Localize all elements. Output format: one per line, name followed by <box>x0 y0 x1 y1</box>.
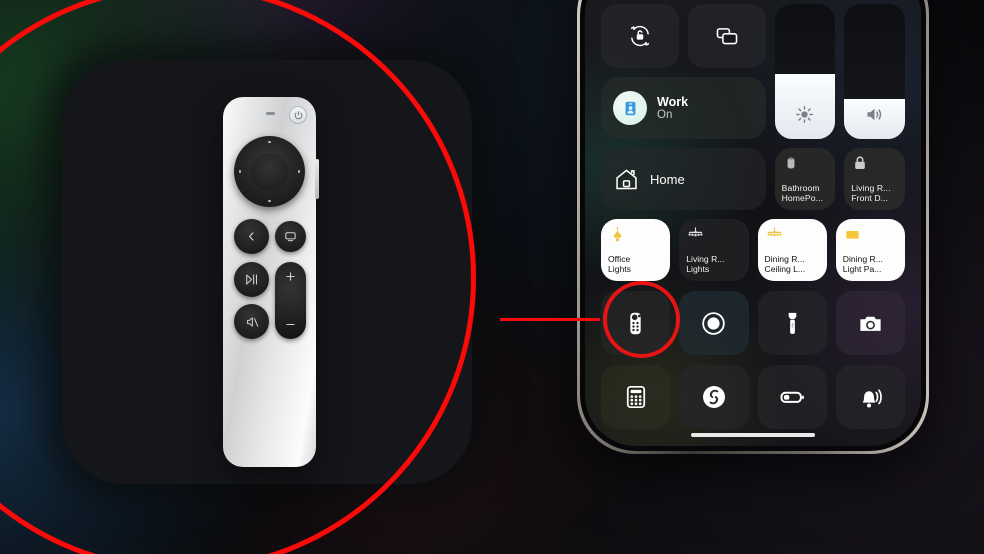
chandelier-icon <box>765 225 820 244</box>
home-label: Home <box>650 171 685 187</box>
screen-record-button[interactable] <box>679 291 749 355</box>
light-office[interactable]: Office Lights <box>601 219 671 281</box>
toggle-column: Work On <box>601 4 766 139</box>
brightness-icon <box>775 104 836 125</box>
chandelier-icon <box>686 225 741 244</box>
flashlight-icon <box>779 310 806 337</box>
speaker-icon <box>844 104 905 125</box>
iphone-device: Work On Home Bathroom HomePo... Living R… <box>577 0 929 454</box>
screen-mirroring-icon <box>714 23 740 49</box>
volume-slider[interactable] <box>844 4 905 139</box>
focus-tile-work[interactable]: Work On <box>601 77 766 139</box>
lock-icon <box>851 154 898 172</box>
pendant-lamp-icon <box>608 225 663 244</box>
record-icon <box>700 310 727 337</box>
accessory-bathroom-homepod[interactable]: Bathroom HomePo... <box>774 148 836 210</box>
cc-group-connectivity: Work On <box>601 4 905 139</box>
cc-lights-row: Office Lights Living R... Lights Dining … <box>601 219 905 281</box>
flashlight-button[interactable] <box>757 291 827 355</box>
home-icon <box>613 166 640 193</box>
screen-mirroring-button[interactable] <box>687 4 766 68</box>
rotation-lock-button[interactable] <box>601 4 679 68</box>
remote-tile-highlight-ring <box>603 281 680 358</box>
accessory-living-room-front-door[interactable]: Living R... Front D... <box>844 148 905 210</box>
id-badge-icon <box>613 91 647 125</box>
screenshot-stage: Work On Home Bathroom HomePo... Living R… <box>0 0 984 554</box>
low-power-mode-button[interactable] <box>757 365 827 429</box>
cc-apps-row-2 <box>601 365 905 429</box>
camera-icon <box>857 310 884 337</box>
sound-recognition-button[interactable] <box>835 365 905 429</box>
light-label: Dining R... Ceiling L... <box>764 254 806 275</box>
calculator-icon <box>623 384 649 410</box>
calculator-button[interactable] <box>601 365 671 429</box>
control-center: Work On Home Bathroom HomePo... Living R… <box>585 4 921 429</box>
shazam-button[interactable] <box>679 365 749 429</box>
camera-button[interactable] <box>835 291 905 355</box>
light-dining-panel[interactable]: Dining R... Light Pa... <box>835 219 905 281</box>
homepod-icon <box>782 154 829 172</box>
light-label: Office Lights <box>608 254 631 275</box>
battery-icon <box>778 383 806 411</box>
light-label: Dining R... Light Pa... <box>842 254 883 275</box>
brightness-slider[interactable] <box>774 4 836 139</box>
bell-sound-icon <box>857 384 884 411</box>
light-living-room[interactable]: Living R... Lights <box>679 219 749 281</box>
light-panel-icon <box>843 225 898 244</box>
phone-screen: Work On Home Bathroom HomePo... Living R… <box>585 0 921 446</box>
light-dining-ceiling[interactable]: Dining R... Ceiling L... <box>757 219 827 281</box>
home-tile[interactable]: Home <box>601 148 766 210</box>
phone-bezel: Work On Home Bathroom HomePo... Living R… <box>580 0 926 451</box>
focus-label: Work <box>657 94 689 109</box>
focus-text: Work On <box>657 95 688 122</box>
cc-group-home: Home Bathroom HomePo... Living R... Fron… <box>601 148 905 210</box>
magnifier-connector-line <box>500 318 600 321</box>
accessory-label: Bathroom HomePo... <box>781 183 824 204</box>
shazam-icon <box>700 383 728 411</box>
rotation-lock-icon <box>627 23 653 49</box>
accessory-label: Living R... Front D... <box>851 183 891 204</box>
light-label: Living R... Lights <box>686 254 725 275</box>
focus-status: On <box>657 108 673 121</box>
home-indicator[interactable] <box>691 432 815 437</box>
